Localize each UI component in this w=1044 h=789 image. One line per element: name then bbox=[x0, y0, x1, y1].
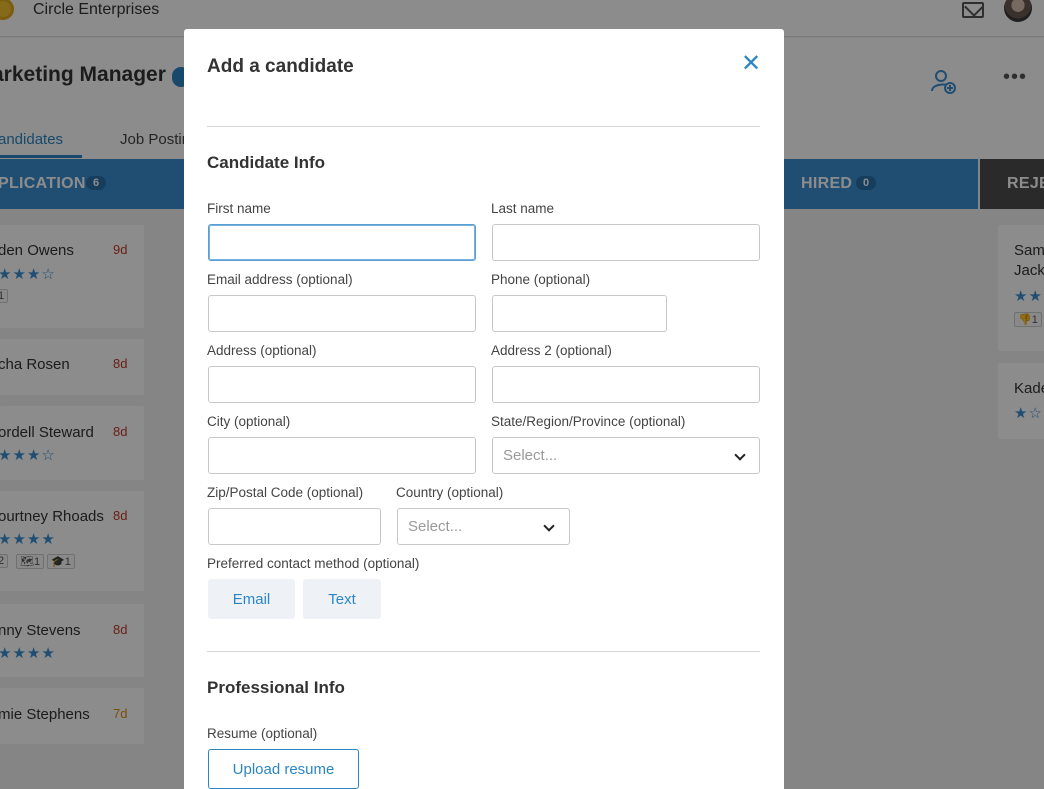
contact-email-button[interactable]: Email bbox=[208, 579, 295, 619]
address-field[interactable] bbox=[208, 366, 476, 403]
address2-label: Address 2 (optional) bbox=[491, 343, 612, 358]
section-title-candidate-info: Candidate Info bbox=[207, 153, 326, 172]
phone-label: Phone (optional) bbox=[491, 272, 591, 287]
email-field[interactable] bbox=[208, 295, 476, 332]
divider bbox=[207, 126, 760, 127]
first-name-field[interactable] bbox=[208, 224, 476, 261]
resume-label: Resume (optional) bbox=[207, 726, 318, 741]
chevron-down-icon bbox=[543, 520, 555, 532]
email-label: Email address (optional) bbox=[207, 272, 353, 287]
last-name-label: Last name bbox=[491, 201, 555, 216]
city-field[interactable] bbox=[208, 437, 476, 474]
zip-label: Zip/Postal Code (optional) bbox=[207, 485, 364, 500]
contact-method-label: Preferred contact method (optional) bbox=[207, 556, 420, 571]
state-select[interactable]: Select... bbox=[492, 437, 760, 474]
chevron-down-icon bbox=[734, 449, 746, 461]
country-select[interactable]: Select... bbox=[397, 508, 570, 545]
country-label: Country (optional) bbox=[396, 485, 504, 500]
country-select-value: Select... bbox=[408, 518, 463, 535]
add-candidate-modal: Add a candidate ✕ Candidate Info First n… bbox=[184, 29, 784, 789]
modal-title: Add a candidate bbox=[207, 56, 354, 77]
phone-field[interactable] bbox=[492, 295, 667, 332]
contact-text-button[interactable]: Text bbox=[303, 579, 381, 619]
city-label: City (optional) bbox=[207, 414, 291, 429]
address-label: Address (optional) bbox=[207, 343, 317, 358]
upload-resume-button[interactable]: Upload resume bbox=[208, 749, 359, 789]
address2-field[interactable] bbox=[492, 366, 760, 403]
state-select-value: Select... bbox=[503, 447, 558, 464]
zip-field[interactable] bbox=[208, 508, 381, 545]
close-icon[interactable]: ✕ bbox=[740, 52, 762, 76]
state-label: State/Region/Province (optional) bbox=[491, 414, 686, 429]
divider bbox=[207, 651, 760, 652]
section-title-professional-info: Professional Info bbox=[207, 678, 345, 697]
first-name-label: First name bbox=[207, 201, 271, 216]
last-name-field[interactable] bbox=[492, 224, 760, 261]
